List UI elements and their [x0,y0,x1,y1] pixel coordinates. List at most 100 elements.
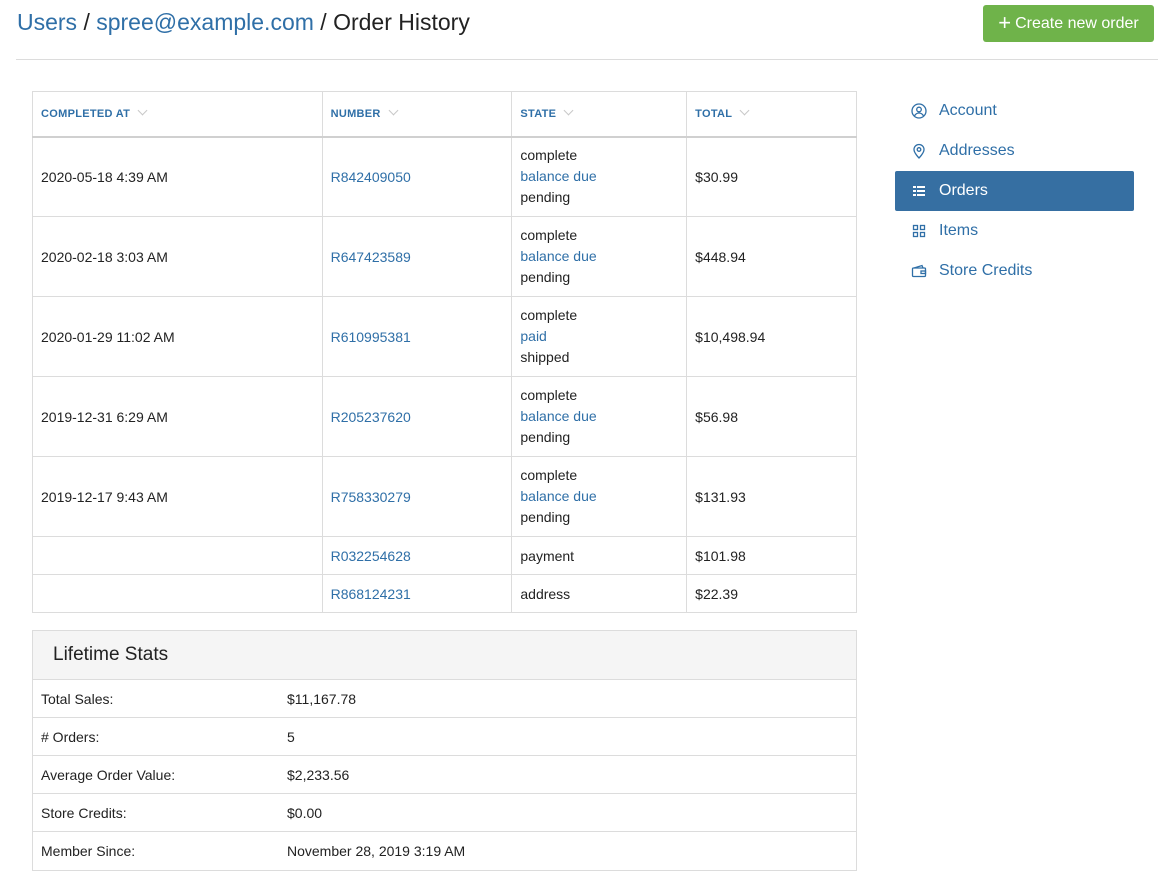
state-cell: complete paid shipped [511,296,688,377]
table-row: 2020-01-29 11:02 AM R610995381 complete … [32,296,857,377]
grid-icon [911,223,927,239]
order-number-link[interactable]: R868124231 [331,586,411,602]
sidebar-item-store-credits[interactable]: Store Credits [895,251,1134,291]
payment-state[interactable]: balance due [520,166,678,187]
total-cell: $10,498.94 [686,296,857,377]
list-icon [911,183,927,199]
payment-state[interactable]: balance due [520,406,678,427]
stats-row: Store Credits: $0.00 [33,794,856,832]
order-number-link[interactable]: R610995381 [331,329,411,345]
column-header-completed-at[interactable]: COMPLETED AT [32,91,323,138]
total-cell: $131.93 [686,456,857,537]
shipment-state: pending [520,269,571,285]
breadcrumb-user-email-link[interactable]: spree@example.com [96,9,314,35]
table-header-row: COMPLETED AT NUMBER STATE TOTAL [32,91,857,138]
sort-chevron-icon [739,105,750,116]
state-cell: complete balance due pending [511,456,688,537]
order-number-cell: R758330279 [321,456,513,537]
table-row: R032254628 payment $101.98 [32,536,857,575]
order-number-cell: R647423589 [321,216,513,297]
total-cell: $30.99 [686,136,857,217]
column-header-state[interactable]: STATE [511,91,688,138]
page-title: Order History [333,9,470,35]
stats-value: $2,233.56 [287,766,350,783]
stats-label: Total Sales: [41,690,114,707]
payment-state[interactable]: balance due [520,246,678,267]
order-state: complete [520,147,578,164]
sidebar-item-label: Account [939,102,997,119]
completed-at-cell: 2020-05-18 4:39 AM [32,136,323,217]
breadcrumb-users-link[interactable]: Users [17,9,77,35]
orders-table: COMPLETED AT NUMBER STATE TOTAL 2020-05-… [32,91,857,613]
total-cell: $22.39 [686,574,857,613]
table-row: 2019-12-31 6:29 AM R205237620 complete b… [32,376,857,457]
wallet-icon [911,263,927,279]
sort-chevron-icon [388,105,399,116]
stats-value: 5 [287,728,295,745]
completed-at-cell [32,536,323,575]
column-header-label: NUMBER [330,107,381,120]
completed-at-cell: 2019-12-17 9:43 AM [32,456,323,537]
stats-value: $11,167.78 [287,690,357,707]
user-circle-icon [911,103,927,119]
completed-at-cell [32,574,323,613]
sidebar-item-label: Store Credits [939,262,1033,279]
table-row: R868124231 address $22.39 [32,574,857,613]
column-header-total[interactable]: TOTAL [686,91,857,138]
table-row: 2020-05-18 4:39 AM R842409050 complete b… [32,136,857,217]
order-number-cell: R205237620 [321,376,513,457]
stats-label: # Orders: [41,728,100,745]
order-number-link[interactable]: R205237620 [331,409,411,425]
stats-label: Store Credits: [41,804,127,821]
state-cell: complete balance due pending [511,376,688,457]
stats-label: Average Order Value: [41,766,176,783]
stats-value: $0.00 [287,804,323,821]
order-state: complete [520,307,578,323]
shipment-state: shipped [520,349,570,365]
sidebar-item-label: Items [939,222,979,239]
shipment-state: pending [520,189,571,206]
column-header-label: STATE [520,107,557,120]
order-number-cell: R032254628 [321,536,513,575]
state-cell: address [511,574,688,613]
total-cell: $101.98 [686,536,857,575]
column-header-number[interactable]: NUMBER [321,91,513,138]
shipment-state: pending [520,509,571,525]
order-number-cell: R610995381 [321,296,513,377]
sidebar-item-items[interactable]: Items [895,211,1134,251]
sidebar-item-account[interactable]: Account [895,91,1134,131]
completed-at-cell: 2020-02-18 3:03 AM [32,216,323,297]
column-header-label: TOTAL [695,107,733,120]
payment-state[interactable]: paid [520,326,678,347]
sort-chevron-icon [137,105,148,116]
order-state: complete [520,467,578,483]
breadcrumb-separator: / [313,9,334,35]
order-number-link[interactable]: R647423589 [331,249,411,265]
total-cell: $56.98 [686,376,857,457]
stats-row: # Orders: 5 [33,718,856,756]
sidebar-item-label: Addresses [939,142,1015,159]
sidebar-item-addresses[interactable]: Addresses [895,131,1134,171]
breadcrumb: Users / spree@example.com / Order Histor… [17,9,470,36]
completed-at-cell: 2020-01-29 11:02 AM [32,296,323,377]
payment-state[interactable]: balance due [520,486,678,507]
total-cell: $448.94 [686,216,857,297]
order-state: complete [520,387,578,403]
sidebar-item-orders[interactable]: Orders [895,171,1134,211]
order-number-link[interactable]: R758330279 [331,489,411,505]
state-cell: complete balance due pending [511,216,688,297]
order-number-cell: R868124231 [321,574,513,613]
page-header: Users / spree@example.com / Order Histor… [16,0,1158,60]
shipment-state: pending [520,429,571,445]
stats-row: Member Since: November 28, 2019 3:19 AM [33,832,856,870]
create-new-order-label: Create new order [1015,14,1139,32]
order-number-link[interactable]: R032254628 [331,548,411,564]
order-state: address [520,585,571,602]
order-number-cell: R842409050 [321,136,513,217]
order-state: payment [520,547,575,564]
stats-value: November 28, 2019 3:19 AM [287,843,466,859]
create-new-order-button[interactable]: + Create new order [983,5,1154,42]
order-number-link[interactable]: R842409050 [331,169,411,185]
sort-chevron-icon [563,105,574,116]
user-sidebar-nav: Account Addresses Orders Items Store Cre… [895,91,1134,291]
